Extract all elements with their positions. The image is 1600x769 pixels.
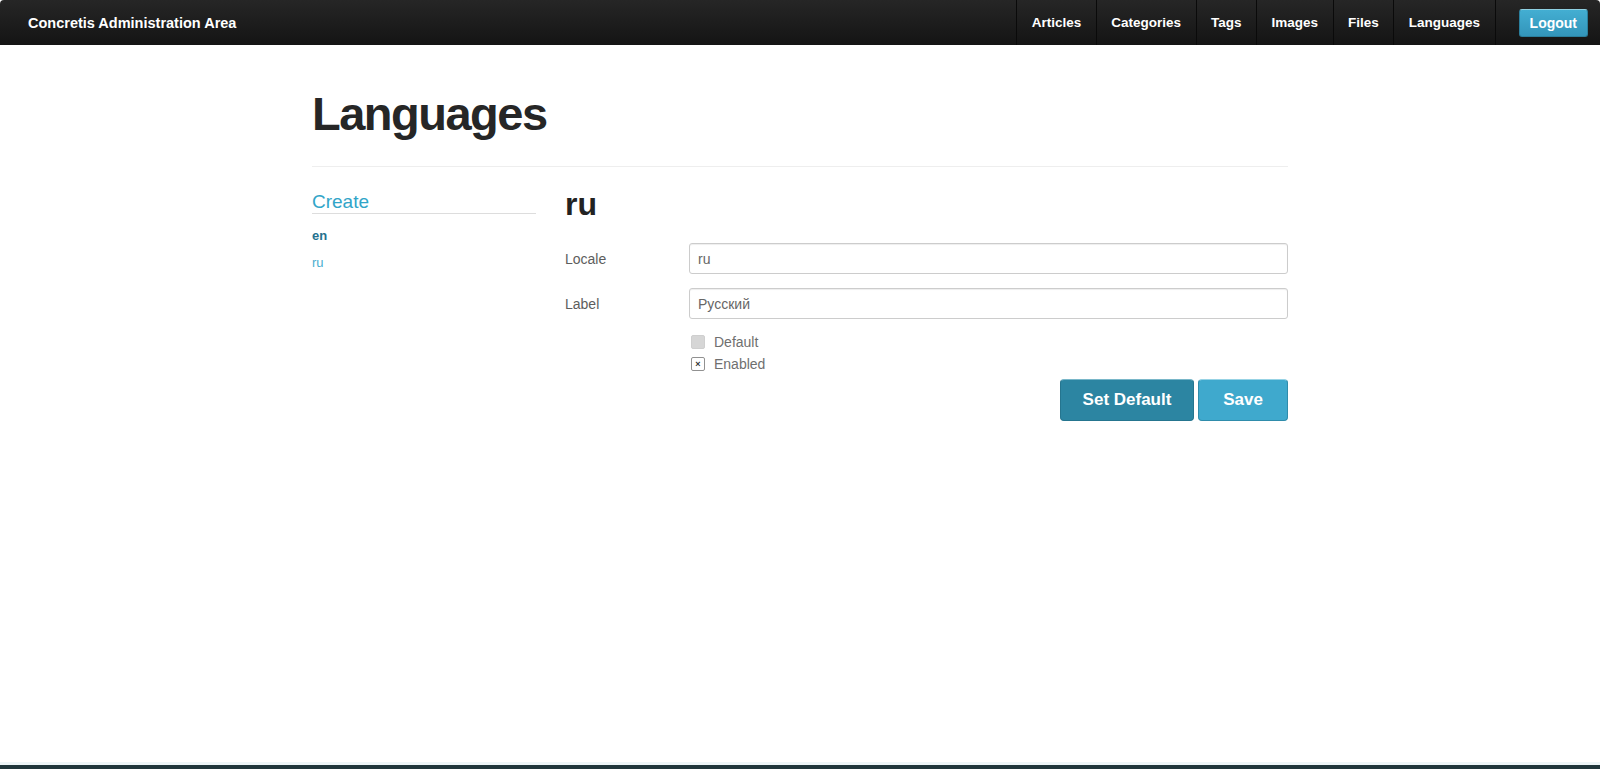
enabled-checkbox[interactable]: × bbox=[691, 357, 705, 371]
logout-button[interactable]: Logout bbox=[1519, 9, 1588, 37]
language-form: ru Locale Label Default × Enabled bbox=[565, 191, 1288, 421]
checkbox-group: Default × Enabled bbox=[691, 335, 1288, 371]
label-input[interactable] bbox=[689, 288, 1288, 319]
app-title: Concretis Administration Area bbox=[0, 15, 236, 31]
checkmark-icon: × bbox=[695, 360, 700, 369]
title-divider bbox=[312, 166, 1288, 167]
nav-tags[interactable]: Tags bbox=[1196, 0, 1257, 45]
page-title: Languages bbox=[312, 90, 1288, 137]
main-content: Languages Create en ru ru Locale Label D… bbox=[312, 90, 1288, 421]
main-nav: Articles Categories Tags Images Files La… bbox=[1016, 0, 1495, 45]
save-button[interactable]: Save bbox=[1198, 379, 1288, 421]
enabled-check-row: × Enabled bbox=[691, 357, 1288, 371]
language-heading: ru bbox=[565, 191, 1288, 217]
default-checkbox[interactable] bbox=[691, 335, 705, 349]
label-field-row: Label bbox=[565, 288, 1288, 319]
nav-categories[interactable]: Categories bbox=[1096, 0, 1196, 45]
nav-files[interactable]: Files bbox=[1333, 0, 1394, 45]
locale-field-row: Locale bbox=[565, 243, 1288, 274]
enabled-checkbox-label: Enabled bbox=[714, 356, 765, 372]
sidebar-item-ru[interactable]: ru bbox=[312, 255, 536, 270]
form-actions: Set DefaultSave bbox=[565, 379, 1288, 421]
label-label: Label bbox=[565, 288, 689, 319]
sidebar-item-en[interactable]: en bbox=[312, 228, 536, 243]
nav-articles[interactable]: Articles bbox=[1016, 0, 1096, 45]
locale-label: Locale bbox=[565, 243, 689, 274]
navbar: Concretis Administration Area Articles C… bbox=[0, 0, 1600, 45]
locale-input[interactable] bbox=[689, 243, 1288, 274]
language-sidebar: Create en ru bbox=[312, 191, 536, 421]
window-bottom-edge bbox=[0, 762, 1600, 769]
create-language-link[interactable]: Create bbox=[312, 191, 536, 214]
nav-images[interactable]: Images bbox=[1256, 0, 1333, 45]
default-check-row: Default bbox=[691, 335, 1288, 349]
set-default-button[interactable]: Set Default bbox=[1060, 379, 1194, 421]
default-checkbox-label: Default bbox=[714, 334, 758, 350]
nav-languages[interactable]: Languages bbox=[1393, 0, 1495, 45]
